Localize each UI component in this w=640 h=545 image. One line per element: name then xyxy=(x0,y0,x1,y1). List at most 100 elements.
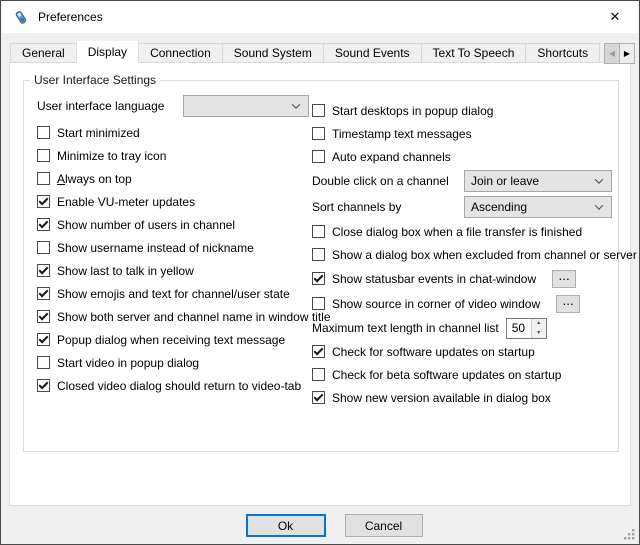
checkbox-window-title[interactable]: Show both server and channel name in win… xyxy=(37,305,309,328)
double-click-row: Double click on a channel Join or leave xyxy=(312,168,612,194)
checkbox-check-updates[interactable]: Check for software updates on startup xyxy=(312,340,612,363)
checkbox-label: Timestamp text messages xyxy=(332,127,472,141)
checkbox[interactable] xyxy=(37,333,50,346)
double-click-dropdown[interactable]: Join or leave xyxy=(464,170,612,192)
checkbox-emojis[interactable]: Show emojis and text for channel/user st… xyxy=(37,282,309,305)
language-row: User interface language xyxy=(37,91,309,121)
checkbox-label: Show username instead of nickname xyxy=(57,241,254,255)
checkbox[interactable] xyxy=(312,272,325,285)
spinner-down-icon[interactable]: ▼ xyxy=(532,328,546,338)
checkbox-label: Start video in popup dialog xyxy=(57,356,199,370)
checkbox[interactable] xyxy=(37,126,50,139)
checkbox-statusbar-events[interactable]: Show statusbar events in chat-window ... xyxy=(312,266,612,291)
checkbox[interactable] xyxy=(37,218,50,231)
max-text-length-row: Maximum text length in channel list 50 ▲… xyxy=(312,316,612,340)
statusbar-events-options-button[interactable]: ... xyxy=(552,270,576,288)
checkbox[interactable] xyxy=(312,127,325,140)
tab-scroll-buttons: ◀ ▶ xyxy=(604,43,635,64)
display-tab-page: User Interface Settings User interface l… xyxy=(9,62,631,506)
checkbox[interactable] xyxy=(312,225,325,238)
checkbox-minimize-to-tray[interactable]: Minimize to tray icon xyxy=(37,144,309,167)
max-text-length-spinner[interactable]: 50 ▲ ▼ xyxy=(506,318,547,339)
sort-channels-value: Ascending xyxy=(471,200,596,214)
chevron-down-icon xyxy=(595,201,603,209)
checkbox[interactable] xyxy=(37,149,50,162)
checkbox[interactable] xyxy=(312,248,325,261)
tab-shortcuts[interactable]: Shortcuts xyxy=(525,43,600,63)
sort-channels-dropdown[interactable]: Ascending xyxy=(464,196,612,218)
checkbox-label: Minimize to tray icon xyxy=(57,149,166,163)
checkbox-always-on-top[interactable]: Always on top xyxy=(37,167,309,190)
checkbox-last-to-talk[interactable]: Show last to talk in yellow xyxy=(37,259,309,282)
checkbox[interactable] xyxy=(37,241,50,254)
checkbox[interactable] xyxy=(37,287,50,300)
preferences-dialog: Preferences ✕ General Display Connection… xyxy=(0,0,640,545)
checkbox-video-popup[interactable]: Start video in popup dialog xyxy=(37,351,309,374)
checkbox-label: Show source in corner of video window xyxy=(332,297,540,311)
tab-bar: General Display Connection Sound System … xyxy=(10,41,601,63)
user-interface-settings-group: User Interface Settings User interface l… xyxy=(23,80,619,452)
language-dropdown[interactable] xyxy=(183,95,309,117)
chevron-down-icon xyxy=(292,100,300,108)
tab-sound-events[interactable]: Sound Events xyxy=(323,43,422,63)
checkbox-video-source-corner[interactable]: Show source in corner of video window ..… xyxy=(312,291,612,316)
group-title: User Interface Settings xyxy=(30,73,160,87)
checkbox-label: Show a dialog box when excluded from cha… xyxy=(332,248,637,262)
checkbox-start-minimized[interactable]: Start minimized xyxy=(37,121,309,144)
checkbox-label: Start desktops in popup dialog xyxy=(332,104,493,118)
video-source-options-button[interactable]: ... xyxy=(556,295,580,313)
checkbox-label: Check for beta software updates on start… xyxy=(332,368,561,382)
window-title: Preferences xyxy=(38,10,103,24)
checkbox-show-username[interactable]: Show username instead of nickname xyxy=(37,236,309,259)
tab-connection[interactable]: Connection xyxy=(138,43,223,63)
resize-grip[interactable] xyxy=(623,528,636,541)
checkbox[interactable] xyxy=(37,195,50,208)
ok-button[interactable]: Ok xyxy=(246,514,326,537)
checkbox-label: Closed video dialog should return to vid… xyxy=(57,379,301,393)
double-click-value: Join or leave xyxy=(471,174,596,188)
tab-video[interactable]: Video xyxy=(599,43,601,63)
checkbox-label: Show last to talk in yellow xyxy=(57,264,194,278)
spinner-buttons: ▲ ▼ xyxy=(531,319,546,338)
checkbox[interactable] xyxy=(312,104,325,117)
checkbox-timestamp[interactable]: Timestamp text messages xyxy=(312,122,612,145)
checkbox[interactable] xyxy=(37,264,50,277)
tab-scroll-right-icon[interactable]: ▶ xyxy=(619,43,635,64)
spinner-up-icon[interactable]: ▲ xyxy=(532,319,546,329)
app-icon xyxy=(13,9,30,26)
checkbox[interactable] xyxy=(37,172,50,185)
checkbox-check-beta-updates[interactable]: Check for beta software updates on start… xyxy=(312,363,612,386)
checkbox[interactable] xyxy=(312,391,325,404)
tab-display[interactable]: Display xyxy=(76,41,139,63)
checkbox-label: Start minimized xyxy=(57,126,140,140)
close-icon[interactable]: ✕ xyxy=(602,6,628,28)
checkbox[interactable] xyxy=(312,368,325,381)
checkbox[interactable] xyxy=(37,356,50,369)
checkbox[interactable] xyxy=(37,379,50,392)
cancel-button[interactable]: Cancel xyxy=(345,514,423,537)
checkbox-label: Popup dialog when receiving text message xyxy=(57,333,285,347)
checkbox-auto-expand[interactable]: Auto expand channels xyxy=(312,145,612,168)
right-column: Start desktops in popup dialog Timestamp… xyxy=(312,91,612,409)
checkbox-new-version-dialog[interactable]: Show new version available in dialog box xyxy=(312,386,612,409)
double-click-label: Double click on a channel xyxy=(312,174,449,188)
tab-general[interactable]: General xyxy=(10,43,77,63)
checkbox-show-user-count[interactable]: Show number of users in channel xyxy=(37,213,309,236)
tab-sound-system[interactable]: Sound System xyxy=(222,43,324,63)
checkbox-label: Show both server and channel name in win… xyxy=(57,310,331,324)
checkbox-closed-video-return[interactable]: Closed video dialog should return to vid… xyxy=(37,374,309,397)
checkbox-desktops-popup[interactable]: Start desktops in popup dialog xyxy=(312,99,612,122)
checkbox[interactable] xyxy=(37,310,50,323)
checkbox[interactable] xyxy=(312,345,325,358)
checkbox[interactable] xyxy=(312,297,325,310)
checkbox-label: Auto expand channels xyxy=(332,150,451,164)
tab-text-to-speech[interactable]: Text To Speech xyxy=(421,43,527,63)
language-label: User interface language xyxy=(37,99,164,113)
checkbox-popup-text-message[interactable]: Popup dialog when receiving text message xyxy=(37,328,309,351)
checkbox[interactable] xyxy=(312,150,325,163)
title-bar[interactable]: Preferences ✕ xyxy=(2,1,638,33)
tab-scroll-left-icon[interactable]: ◀ xyxy=(604,43,620,64)
checkbox-excluded-dialog[interactable]: Show a dialog box when excluded from cha… xyxy=(312,243,612,266)
checkbox-vu-meter[interactable]: Enable VU-meter updates xyxy=(37,190,309,213)
checkbox-close-on-transfer[interactable]: Close dialog box when a file transfer is… xyxy=(312,220,612,243)
